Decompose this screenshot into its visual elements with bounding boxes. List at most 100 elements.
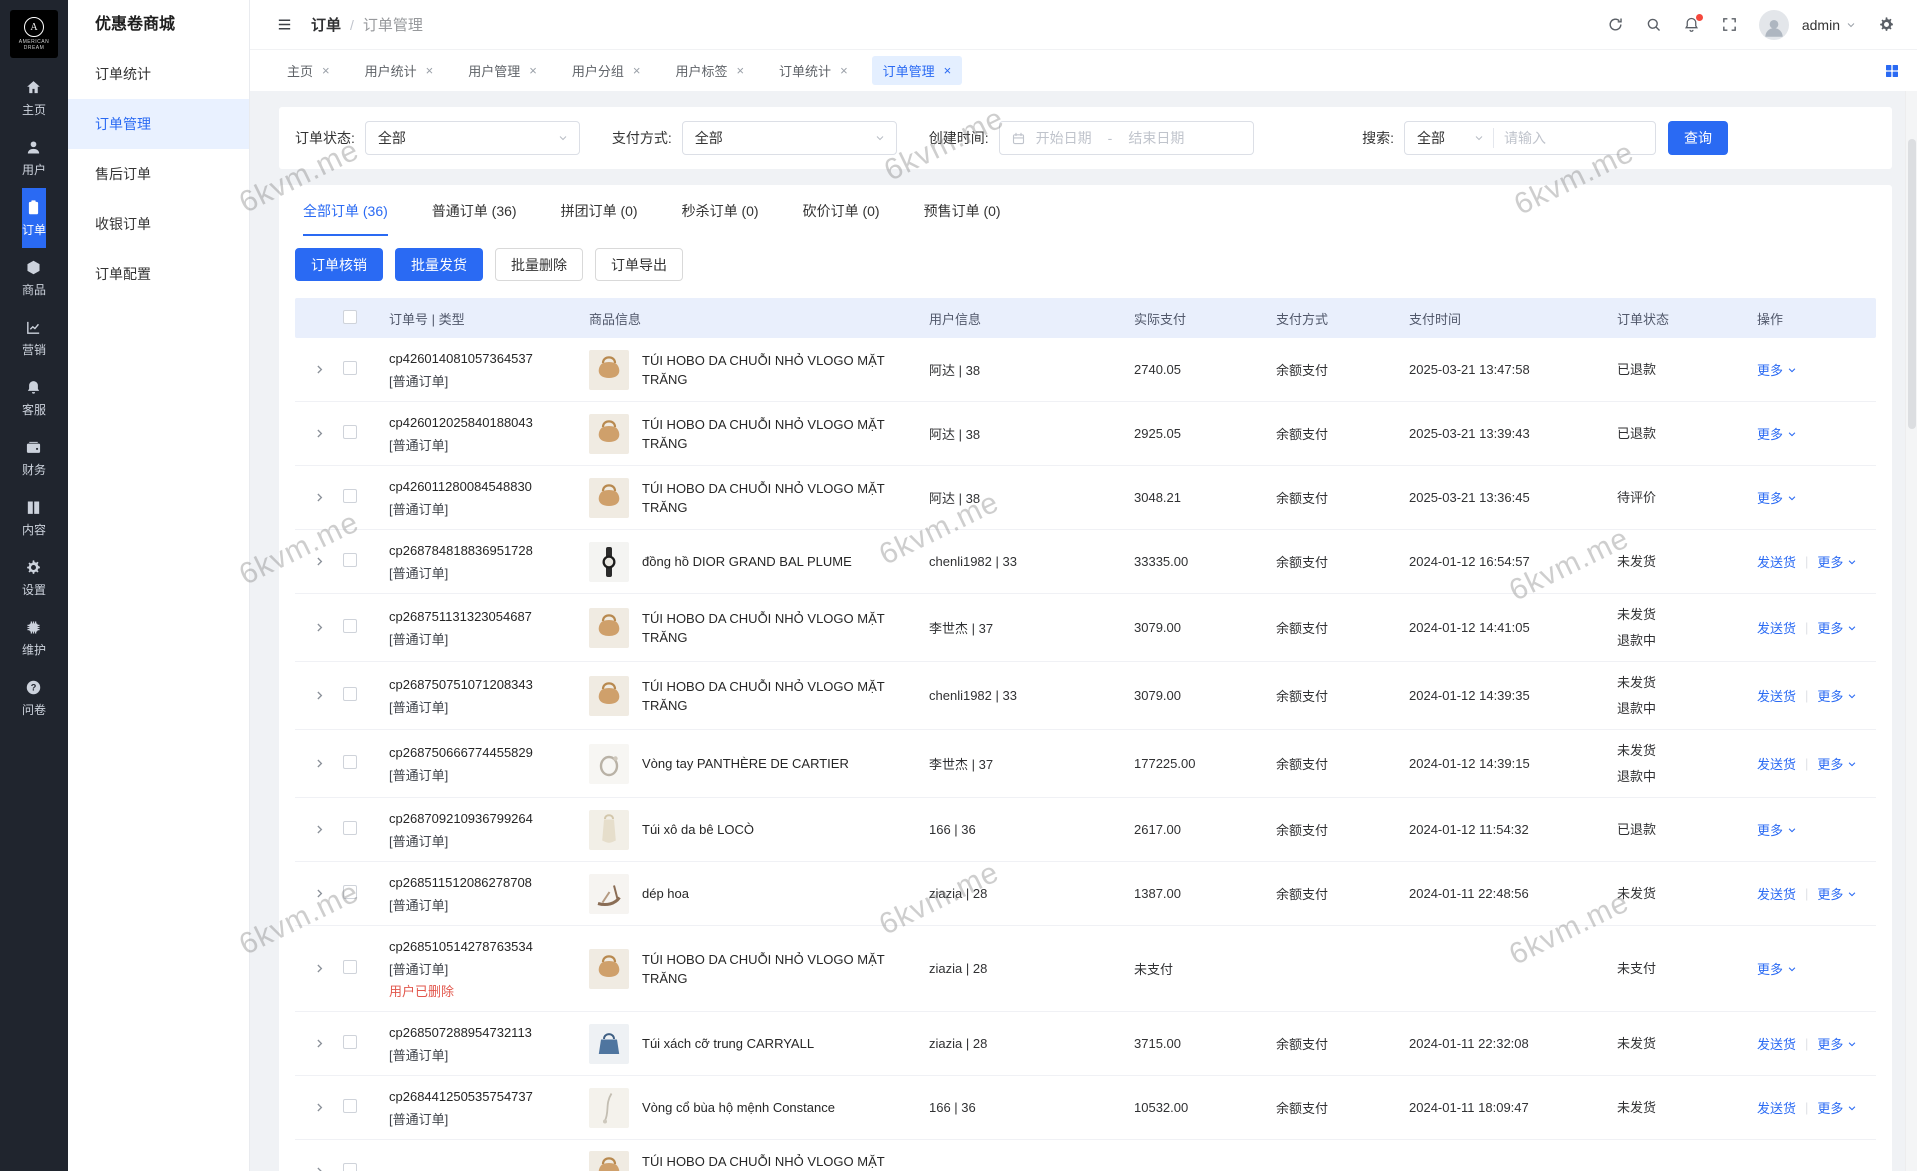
refresh-icon[interactable]	[1607, 16, 1624, 33]
side-menu-item-aftersale[interactable]: 售后订单	[68, 149, 249, 199]
expand-row-icon[interactable]	[313, 1037, 326, 1050]
close-icon[interactable]: ×	[840, 64, 848, 77]
rail-item-goods[interactable]: 商品	[22, 248, 46, 308]
scrollbar-thumb[interactable]	[1908, 139, 1916, 429]
more-action-link[interactable]: 更多	[1817, 884, 1857, 903]
tab-order-manage[interactable]: 订单管理 ×	[871, 56, 963, 85]
row-checkbox[interactable]	[343, 619, 357, 633]
expand-row-icon[interactable]	[313, 962, 326, 975]
more-action-link[interactable]: 更多	[1757, 959, 1797, 978]
bell-icon[interactable]	[1683, 14, 1703, 33]
ship-action-link[interactable]: 发送货	[1757, 754, 1796, 773]
verify-button[interactable]: 订单核销	[295, 248, 383, 281]
rail-item-service[interactable]: 客服	[22, 368, 46, 428]
expand-row-icon[interactable]	[313, 1165, 326, 1171]
tab-home[interactable]: 主页 ×	[276, 56, 341, 85]
grid-icon[interactable]	[1884, 63, 1900, 79]
side-menu-item-order-stats[interactable]: 订单统计	[68, 49, 249, 99]
expand-row-icon[interactable]	[313, 427, 326, 440]
row-checkbox[interactable]	[343, 553, 357, 567]
more-action-link[interactable]: 更多	[1817, 552, 1857, 571]
expand-row-icon[interactable]	[313, 887, 326, 900]
fullscreen-icon[interactable]	[1721, 16, 1738, 33]
ship-action-link[interactable]: 发送货	[1757, 686, 1796, 705]
query-button[interactable]: 查询	[1668, 121, 1728, 155]
ship-action-link[interactable]: 发送货	[1757, 552, 1796, 571]
rail-item-contents[interactable]: 内容	[22, 488, 46, 548]
rail-item-maintain[interactable]: 维护	[22, 608, 46, 668]
side-menu-item-order-manage[interactable]: 订单管理	[68, 99, 249, 149]
date-range-input[interactable]: 开始日期 - 结束日期	[998, 121, 1254, 155]
order-tab-all[interactable]: 全部订单 (36)	[303, 201, 388, 236]
rail-item-users[interactable]: 用户	[22, 128, 46, 188]
more-action-link[interactable]: 更多	[1817, 1034, 1857, 1053]
expand-row-icon[interactable]	[313, 1101, 326, 1114]
row-checkbox[interactable]	[343, 489, 357, 503]
side-menu-item-cashier[interactable]: 收银订单	[68, 199, 249, 249]
close-icon[interactable]: ×	[529, 64, 537, 77]
tab-user-tag[interactable]: 用户标签 ×	[664, 56, 755, 85]
order-status-select[interactable]: 全部	[364, 121, 580, 155]
row-checkbox[interactable]	[343, 885, 357, 899]
tab-user-manage[interactable]: 用户管理 ×	[457, 56, 548, 85]
export-button[interactable]: 订单导出	[595, 248, 683, 281]
order-tab-group[interactable]: 拼团订单 (0)	[561, 201, 638, 236]
order-tab-seckill[interactable]: 秒杀订单 (0)	[682, 201, 759, 236]
rail-item-settings[interactable]: 设置	[22, 548, 46, 608]
batch-ship-button[interactable]: 批量发货	[395, 248, 483, 281]
row-checkbox[interactable]	[343, 1162, 357, 1171]
rail-item-survey[interactable]: ? 问卷	[22, 668, 46, 728]
ship-action-link[interactable]: 发送货	[1757, 1034, 1796, 1053]
row-checkbox[interactable]	[343, 1035, 357, 1049]
gear-icon[interactable]	[1878, 16, 1895, 33]
search-scope-select[interactable]: 全部	[1405, 128, 1493, 148]
order-tab-bargain[interactable]: 砍价订单 (0)	[803, 201, 880, 236]
row-checkbox[interactable]	[343, 821, 357, 835]
expand-row-icon[interactable]	[313, 363, 326, 376]
close-icon[interactable]: ×	[736, 64, 744, 77]
expand-row-icon[interactable]	[313, 491, 326, 504]
row-checkbox[interactable]	[343, 425, 357, 439]
expand-row-icon[interactable]	[313, 555, 326, 568]
rail-item-home[interactable]: 主页	[22, 68, 46, 128]
more-action-link[interactable]: 更多	[1757, 488, 1797, 507]
rail-item-marketing[interactable]: 营销	[22, 308, 46, 368]
side-menu-item-order-config[interactable]: 订单配置	[68, 249, 249, 299]
expand-row-icon[interactable]	[313, 823, 326, 836]
more-action-link[interactable]: 更多	[1817, 686, 1857, 705]
collapse-sidebar-icon[interactable]	[276, 16, 293, 33]
row-checkbox[interactable]	[343, 960, 357, 974]
more-action-link[interactable]: 更多	[1817, 754, 1857, 773]
search-input[interactable]	[1494, 130, 1655, 146]
row-checkbox[interactable]	[343, 361, 357, 375]
expand-row-icon[interactable]	[313, 621, 326, 634]
row-checkbox[interactable]	[343, 1099, 357, 1113]
more-action-link[interactable]: 更多	[1817, 1098, 1857, 1117]
expand-row-icon[interactable]	[313, 689, 326, 702]
pay-method-select[interactable]: 全部	[681, 121, 897, 155]
close-icon[interactable]: ×	[426, 64, 434, 77]
search-icon[interactable]	[1645, 16, 1662, 33]
row-checkbox[interactable]	[343, 755, 357, 769]
rail-item-finance[interactable]: 财务	[22, 428, 46, 488]
tab-order-stats[interactable]: 订单统计 ×	[768, 56, 859, 85]
ship-action-link[interactable]: 发送货	[1757, 1098, 1796, 1117]
close-icon[interactable]: ×	[322, 64, 330, 77]
tab-user-group[interactable]: 用户分组 ×	[561, 56, 652, 85]
more-action-link[interactable]: 更多	[1757, 360, 1797, 379]
row-checkbox[interactable]	[343, 687, 357, 701]
more-action-link[interactable]: 更多	[1757, 424, 1797, 443]
ship-action-link[interactable]: 发送货	[1757, 884, 1796, 903]
more-action-link[interactable]: 更多	[1757, 820, 1797, 839]
user-menu[interactable]: admin	[1802, 17, 1857, 33]
more-action-link[interactable]: 更多	[1817, 618, 1857, 637]
close-icon[interactable]: ×	[944, 64, 952, 77]
expand-row-icon[interactable]	[313, 757, 326, 770]
tab-user-stats[interactable]: 用户统计 ×	[354, 56, 445, 85]
ship-action-link[interactable]: 发送货	[1757, 618, 1796, 637]
batch-delete-button[interactable]: 批量删除	[495, 248, 583, 281]
rail-item-orders[interactable]: 订单	[21, 188, 46, 248]
close-icon[interactable]: ×	[633, 64, 641, 77]
order-tab-presale[interactable]: 预售订单 (0)	[924, 201, 1001, 236]
order-tab-normal[interactable]: 普通订单 (36)	[432, 201, 517, 236]
